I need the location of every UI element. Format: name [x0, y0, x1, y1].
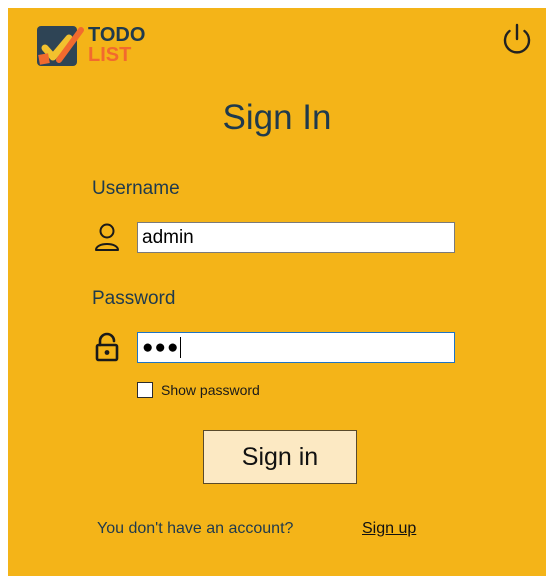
username-label: Username	[92, 178, 180, 199]
password-masked-value: ●●●	[142, 337, 180, 358]
logo-todo-text: TODO	[88, 24, 146, 46]
lock-icon	[95, 332, 119, 362]
sign-in-button[interactable]: Sign in	[203, 430, 357, 484]
sign-up-link[interactable]: Sign up	[362, 520, 416, 538]
user-icon	[95, 223, 119, 251]
username-field[interactable]: admin	[137, 222, 455, 253]
sign-in-window: TODO LIST Sign In Username admin Passwor…	[8, 8, 546, 576]
app-logo: TODO LIST	[37, 24, 145, 68]
logo-list-text: LIST	[88, 44, 132, 66]
logo-text: TODO LIST	[88, 24, 145, 65]
password-field[interactable]: ●●●	[137, 332, 455, 363]
text-cursor	[180, 337, 182, 359]
show-password-row[interactable]: Show password	[137, 382, 260, 398]
no-account-prompt: You don't have an account?	[97, 520, 294, 537]
show-password-checkbox[interactable]	[137, 382, 153, 398]
logo-checkmark-icon	[37, 26, 84, 66]
page-title: Sign In	[222, 98, 332, 137]
power-icon[interactable]	[498, 20, 536, 58]
password-label: Password	[92, 288, 176, 309]
show-password-label[interactable]: Show password	[161, 382, 260, 398]
